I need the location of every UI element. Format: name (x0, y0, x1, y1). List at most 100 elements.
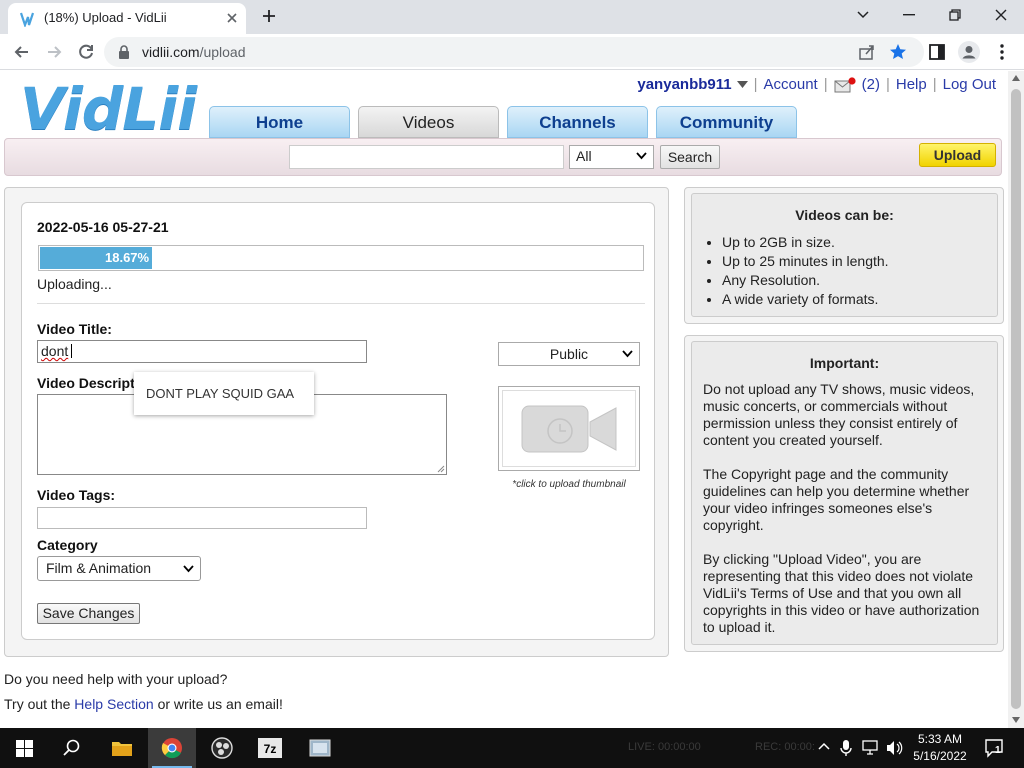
help-link[interactable]: Help (896, 76, 927, 93)
upload-progress-bar: 18.67% (38, 245, 644, 271)
category-value: Film & Animation (46, 560, 152, 576)
clock-time: 5:33 AM (917, 732, 963, 746)
scroll-down-icon[interactable] (1012, 717, 1020, 723)
address-bar[interactable]: vidlii.com/upload (104, 37, 924, 67)
important-box: Important: Do not upload any TV shows, m… (691, 341, 998, 645)
upload-status: Uploading... (37, 276, 112, 292)
videos-can-be-panel: Videos can be: Up to 2GB in size. Up to … (684, 187, 1004, 324)
upload-form: 2022-05-16 05-27-21 18.67% Uploading... … (21, 202, 655, 640)
7zip-icon[interactable]: 7z (246, 728, 294, 768)
autocomplete-suggestion[interactable]: DONT PLAY SQUID GAA (134, 372, 314, 415)
text-caret (71, 344, 73, 358)
search-scope-select[interactable]: All (569, 145, 654, 169)
video-title-value: dont (41, 343, 69, 359)
category-select[interactable]: Film & Animation (37, 556, 201, 581)
bookmark-star-icon[interactable] (889, 43, 907, 61)
nav-tab-community[interactable]: Community (656, 106, 797, 138)
search-bar: All Search Upload (4, 138, 1002, 176)
videos-can-be-box: Videos can be: Up to 2GB in size. Up to … (691, 193, 998, 317)
list-item: Up to 2GB in size. (722, 233, 997, 252)
close-window-icon[interactable] (978, 0, 1024, 30)
help-section-link[interactable]: Help Section (74, 696, 153, 712)
video-camera-icon (521, 405, 617, 452)
restore-icon[interactable] (932, 0, 978, 30)
nav-tab-channels[interactable]: Channels (507, 106, 648, 138)
microphone-icon[interactable] (840, 739, 852, 757)
divider (37, 303, 645, 304)
thumbnail-upload[interactable] (498, 386, 640, 471)
list-item: Any Resolution. (722, 271, 997, 290)
videos-can-be-title: Videos can be: (795, 207, 894, 223)
video-description-label: Video Descript (37, 375, 135, 391)
profile-avatar-icon[interactable] (958, 41, 980, 63)
minimize-icon[interactable] (886, 0, 932, 30)
notification-count: 1 (995, 745, 1001, 756)
tab-search-icon[interactable] (840, 0, 886, 30)
lock-icon[interactable] (118, 45, 130, 59)
scroll-up-icon[interactable] (1012, 75, 1020, 81)
username-link[interactable]: yanyanbb911 (637, 76, 731, 93)
privacy-value: Public (549, 346, 589, 362)
vidlii-upload-page: VidLii yanyanbb911 | Account | (2) | Hel… (0, 71, 1008, 728)
side-panel-icon[interactable] (928, 43, 946, 61)
forward-arrow-icon[interactable] (44, 42, 64, 62)
new-tab-icon[interactable] (261, 8, 277, 24)
obs-icon[interactable] (198, 728, 246, 768)
nav-tab-home[interactable]: Home (209, 106, 350, 138)
search-icon[interactable] (48, 728, 96, 768)
separator: | (823, 76, 828, 93)
system-clock[interactable]: 5:33 AM 5/16/2022 (908, 731, 972, 765)
back-arrow-icon[interactable] (12, 42, 32, 62)
file-explorer-icon[interactable] (98, 728, 146, 768)
important-paragraph: By clicking "Upload Video", you are repr… (703, 551, 980, 635)
scrollbar-thumb[interactable] (1011, 89, 1021, 709)
browser-toolbar: vidlii.com/upload (0, 34, 1024, 70)
inbox-icon[interactable] (834, 76, 856, 93)
search-input[interactable] (289, 145, 564, 169)
resize-grip-icon[interactable] (436, 464, 445, 473)
clock-date: 5/16/2022 (913, 749, 967, 763)
messages-count[interactable]: (2) (862, 76, 880, 93)
list-item: Up to 25 minutes in length. (722, 252, 997, 271)
tab-close-icon[interactable] (226, 12, 238, 24)
svg-text:7z: 7z (264, 742, 277, 756)
save-changes-button[interactable]: Save Changes (37, 603, 140, 624)
url-text: vidlii.com/upload (142, 44, 246, 60)
important-paragraph: Do not upload any TV shows, music videos… (703, 381, 975, 448)
network-icon[interactable] (862, 740, 880, 756)
app-window-icon[interactable] (296, 728, 344, 768)
vidlii-logo[interactable]: VidLii (20, 75, 197, 143)
video-title-input[interactable]: dont (37, 340, 367, 363)
vidlii-favicon-icon (20, 11, 36, 27)
category-label: Category (37, 537, 98, 553)
video-title-label: Video Title: (37, 321, 112, 337)
account-link[interactable]: Account (764, 76, 818, 93)
user-dropdown-icon[interactable] (736, 81, 748, 88)
page-scrollbar[interactable] (1008, 71, 1024, 728)
logout-link[interactable]: Log Out (943, 76, 996, 93)
nav-tab-videos[interactable]: Videos (358, 106, 499, 138)
share-icon[interactable] (858, 43, 876, 61)
user-bar: yanyanbb911 | Account | (2) | Help | Log… (637, 76, 996, 93)
thumbnail-caption: *click to upload thumbnail (512, 479, 626, 490)
volume-icon[interactable] (886, 740, 904, 756)
privacy-select[interactable]: Public (498, 342, 640, 366)
video-tags-input[interactable] (37, 507, 367, 529)
search-scope-value: All (576, 148, 592, 164)
chevron-down-icon (622, 350, 633, 358)
separator: | (932, 76, 937, 93)
important-paragraph: The Copyright page and the community gui… (703, 466, 970, 533)
upload-button[interactable]: Upload (919, 143, 996, 167)
tray-live-timer: LIVE: 00:00:00 (628, 741, 701, 753)
chrome-taskbar-icon[interactable] (148, 728, 196, 768)
chrome-menu-icon[interactable] (996, 43, 1008, 61)
search-button[interactable]: Search (660, 145, 720, 169)
chevron-up-icon[interactable] (818, 742, 830, 750)
notification-icon[interactable] (984, 738, 1004, 758)
separator: | (753, 76, 758, 93)
browser-tab[interactable]: (18%) Upload - VidLii (8, 3, 246, 34)
windows-start-icon[interactable] (0, 728, 48, 768)
reload-icon[interactable] (76, 42, 96, 62)
tray-rec-timer: REC: 00:00: (755, 741, 815, 753)
progress-percent: 18.67% (105, 250, 150, 265)
